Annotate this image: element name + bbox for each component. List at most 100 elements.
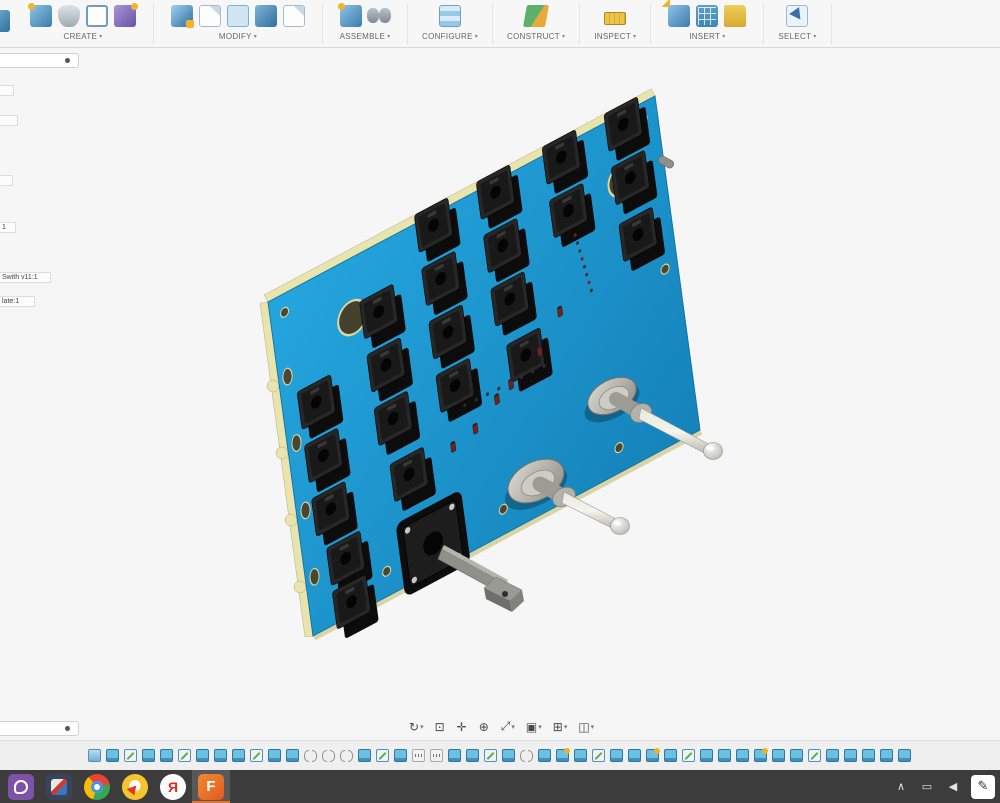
toolbar-icon[interactable]	[227, 5, 249, 27]
tray-icon[interactable]: ∧	[893, 780, 909, 793]
browser-item[interactable]	[0, 175, 13, 186]
timeline-feature[interactable]	[574, 749, 587, 762]
toolbar-icon[interactable]	[28, 3, 52, 27]
3d-model-view[interactable]	[0, 48, 1000, 740]
timeline-feature[interactable]	[880, 749, 893, 762]
nav-tool[interactable]: ⊞ ▾	[550, 718, 571, 736]
timeline-feature[interactable]	[178, 749, 191, 762]
taskbar-app[interactable]	[116, 770, 154, 803]
nav-tool[interactable]: ◫ ▾	[575, 718, 597, 736]
timeline-feature[interactable]	[412, 749, 425, 762]
toolbar-group-label[interactable]: INSERT ▾	[689, 32, 725, 41]
toolbar-icon[interactable]	[439, 5, 461, 27]
toolbar-icon[interactable]	[255, 5, 277, 27]
browser-item[interactable]: Swith v11:1	[0, 272, 51, 283]
timeline-feature[interactable]	[664, 749, 677, 762]
toolbar-icon[interactable]	[786, 5, 809, 27]
timeline-feature[interactable]	[268, 749, 281, 762]
timeline-feature[interactable]	[286, 749, 299, 762]
timeline-feature[interactable]	[250, 749, 263, 762]
timeline-feature[interactable]	[646, 748, 660, 762]
timeline-feature[interactable]	[682, 749, 695, 762]
toolbar-group-label[interactable]: SELECT ▾	[778, 32, 816, 41]
toolbar-group-label[interactable]: CONSTRUCT ▾	[507, 32, 565, 41]
toolbar-icon[interactable]	[668, 5, 691, 27]
toolbar-icon[interactable]	[724, 5, 747, 27]
timeline-feature[interactable]	[142, 749, 155, 762]
toolbar-icon[interactable]	[523, 5, 550, 27]
timeline-feature[interactable]	[718, 749, 731, 762]
timeline-feature[interactable]	[556, 748, 570, 762]
nav-tool[interactable]: ↻ ▾	[406, 718, 427, 736]
timeline-feature[interactable]	[196, 749, 209, 762]
toolbar-icon[interactable]	[58, 5, 80, 27]
timeline-feature[interactable]	[700, 749, 713, 762]
timeline-feature[interactable]	[484, 749, 497, 762]
toolbar-icon[interactable]	[283, 5, 305, 27]
toolbar-icon[interactable]	[86, 5, 108, 27]
nav-tool[interactable]: ⊕	[476, 718, 493, 736]
timeline-feature[interactable]	[340, 749, 353, 762]
browser-item[interactable]: 1	[0, 222, 16, 233]
timeline-feature[interactable]	[232, 749, 245, 762]
timeline-feature[interactable]	[430, 749, 443, 762]
viewport-canvas[interactable]: 1 Swith v11:1 late:1 ↻ ▾ ⊡ ✛ ⊕ ⤢ ▾ ▣ ▾ ⊞…	[0, 48, 1000, 740]
timeline-feature[interactable]	[448, 749, 461, 762]
toolbar-icon[interactable]	[338, 3, 362, 27]
taskbar-app[interactable]: Я	[154, 770, 192, 803]
browser-item[interactable]	[0, 85, 14, 96]
timeline-feature[interactable]	[520, 749, 533, 762]
timeline-feature[interactable]	[772, 749, 785, 762]
joystick-lever[interactable]	[437, 545, 524, 612]
toolbar-group-label[interactable]: MODIFY ▾	[219, 32, 257, 41]
toolbar-group-label[interactable]: CONFIGURE ▾	[422, 32, 478, 41]
timeline-feature[interactable]	[376, 749, 389, 762]
browser-item[interactable]	[0, 115, 18, 126]
toolbar-icon[interactable]	[171, 5, 194, 28]
taskbar-app[interactable]	[40, 770, 78, 803]
taskbar-app[interactable]: F	[192, 770, 230, 803]
toolbar-group-label[interactable]: CREATE ▾	[64, 32, 103, 41]
timeline-feature[interactable]	[610, 749, 623, 762]
timeline-feature[interactable]	[862, 749, 875, 762]
toolbar-icon[interactable]	[696, 5, 719, 27]
timeline-feature[interactable]	[502, 749, 515, 762]
toolbar-icon[interactable]	[604, 12, 627, 25]
cropped-toolbar-icon[interactable]	[0, 10, 10, 32]
collapsed-comments-panel[interactable]	[0, 721, 79, 736]
nav-tool[interactable]: ⤢ ▾	[498, 717, 518, 736]
timeline-feature[interactable]	[304, 749, 317, 762]
timeline-feature[interactable]	[160, 749, 173, 762]
nav-tool[interactable]: ✛	[454, 718, 471, 736]
timeline-feature[interactable]	[358, 749, 371, 762]
timeline-feature[interactable]	[214, 749, 227, 762]
timeline-feature[interactable]	[628, 749, 641, 762]
tray-icon[interactable]: ◀	[945, 780, 961, 793]
timeline-feature[interactable]	[754, 748, 768, 762]
toolbar-icon[interactable]	[114, 3, 138, 27]
timeline-feature[interactable]	[538, 749, 551, 762]
timeline-feature[interactable]	[88, 749, 101, 762]
taskbar-app[interactable]	[2, 770, 40, 803]
toolbar-icon[interactable]	[199, 5, 221, 27]
nav-tool[interactable]: ▣ ▾	[523, 718, 545, 736]
taskbar-app[interactable]	[78, 770, 116, 803]
nav-tool[interactable]: ⊡	[432, 718, 449, 736]
timeline-feature[interactable]	[592, 749, 605, 762]
timeline-feature[interactable]	[322, 749, 335, 762]
timeline-feature[interactable]	[736, 749, 749, 762]
tray-icon[interactable]: ▭	[919, 780, 935, 793]
tray-icon[interactable]: ✎	[971, 774, 995, 799]
timeline-feature[interactable]	[808, 749, 821, 762]
timeline-feature[interactable]	[394, 749, 407, 762]
collapsed-browser-panel[interactable]	[0, 53, 79, 68]
timeline-feature[interactable]	[124, 749, 137, 762]
browser-item[interactable]: late:1	[0, 296, 35, 307]
toolbar-group-label[interactable]: ASSEMBLE ▾	[340, 32, 391, 41]
timeline-feature[interactable]	[790, 749, 803, 762]
toolbar-icon[interactable]	[367, 5, 391, 27]
timeline-feature[interactable]	[466, 749, 479, 762]
timeline-feature[interactable]	[826, 749, 839, 762]
timeline-feature[interactable]	[106, 749, 119, 762]
toolbar-group-label[interactable]: INSPECT ▾	[594, 32, 636, 41]
